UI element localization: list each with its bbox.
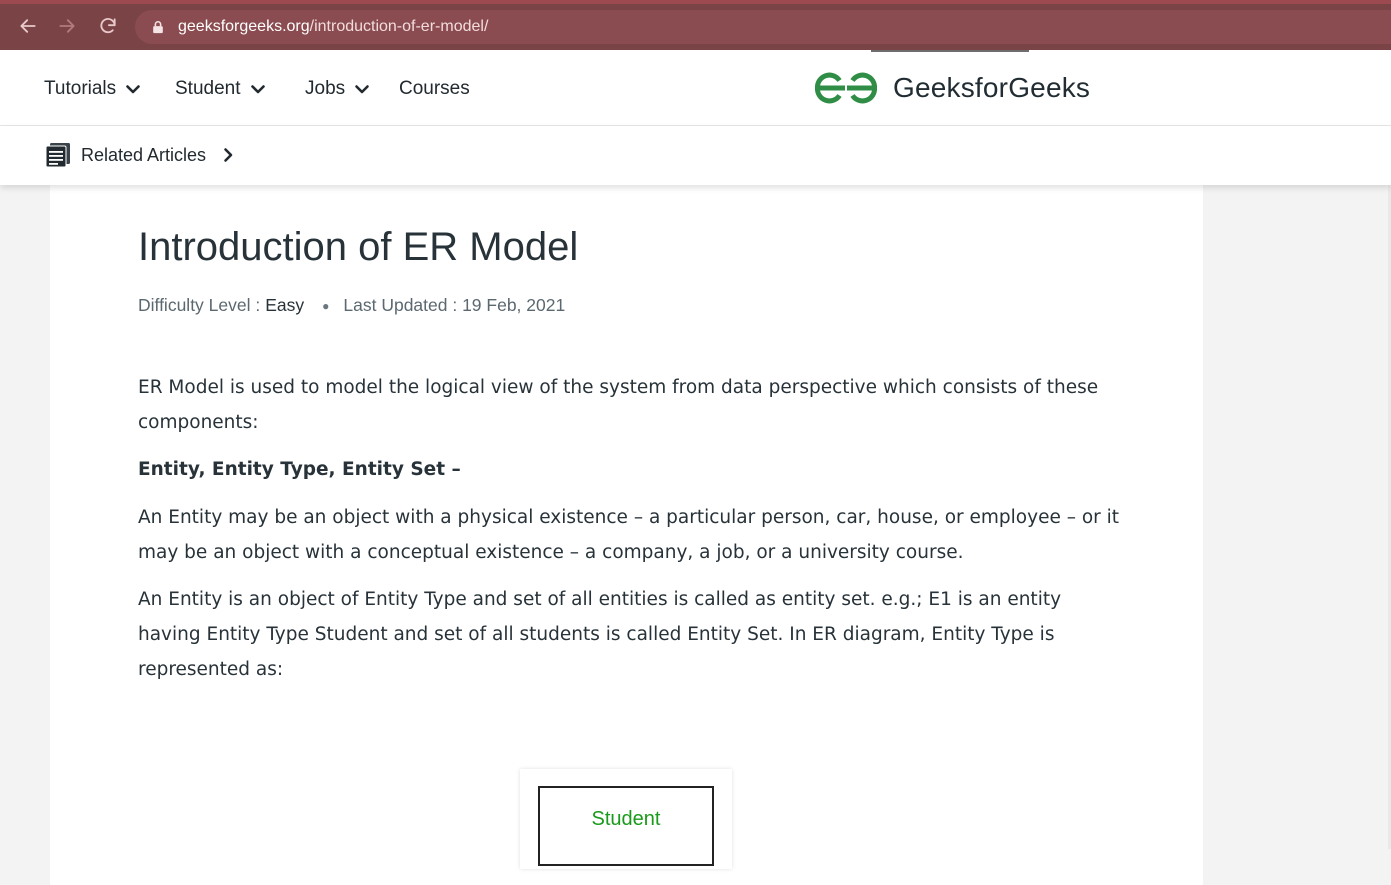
url-host: geeksforgeeks.org — [178, 18, 310, 35]
browser-toolbar: geeksforgeeks.org/introduction-of-er-mod… — [0, 0, 1391, 50]
chevron-down-icon — [355, 85, 369, 94]
chevron-right-icon — [224, 148, 233, 162]
menu-courses-label: Courses — [399, 78, 470, 99]
paragraph-entity: An Entity may be an object with a physic… — [138, 507, 1120, 563]
reload-button[interactable] — [94, 12, 122, 40]
entity-rectangle: Student — [538, 786, 714, 866]
site-header: Tutorials Student Jobs Courses GeeksforG… — [0, 50, 1391, 126]
logo-text: GeeksforGeeks — [893, 72, 1091, 103]
header-accent-line — [871, 50, 1029, 52]
menu-jobs-label: Jobs — [305, 78, 346, 99]
entity-figure: Student — [520, 769, 732, 869]
last-updated: Last Updated : 19 Feb, 2021 — [343, 295, 566, 315]
menu-courses[interactable]: Courses — [399, 76, 470, 102]
article-meta: Difficulty Level : Easy ● Last Updated :… — [138, 295, 565, 316]
menu-student-label: Student — [175, 78, 241, 99]
address-bar[interactable]: geeksforgeeks.org/introduction-of-er-mod… — [135, 10, 1391, 44]
article-title: Introduction of ER Model — [138, 225, 579, 269]
arrow-right-icon — [59, 19, 75, 33]
article-body: ER Model is used to model the logical vi… — [138, 370, 1128, 699]
menu-tutorials[interactable]: Tutorials — [44, 76, 141, 102]
difficulty-prefix: Difficulty Level : — [138, 295, 261, 315]
chevron-down-icon — [126, 85, 140, 94]
reload-icon — [100, 18, 116, 34]
entity-label: Student — [591, 808, 661, 830]
site-logo[interactable]: GeeksforGeeks — [812, 68, 1090, 108]
menu-jobs[interactable]: Jobs — [305, 76, 370, 102]
document-list-icon — [45, 143, 70, 168]
related-articles-label: Related Articles — [81, 144, 207, 165]
chevron-down-icon — [250, 85, 265, 94]
url-path: /introduction-of-er-model/ — [309, 18, 489, 35]
related-articles-button[interactable]: Related Articles — [45, 141, 236, 169]
arrow-left-icon — [20, 19, 36, 33]
gfg-logo-icon — [815, 72, 877, 104]
meta-separator: ● — [322, 298, 330, 313]
article-card: Introduction of ER Model Difficulty Leve… — [50, 185, 1203, 885]
difficulty-level[interactable]: Easy — [265, 295, 304, 316]
section-subheading: Entity, Entity Type, Entity Set – — [138, 459, 461, 480]
menu-tutorials-label: Tutorials — [44, 78, 117, 99]
paragraph-entity-set: An Entity is an object of Entity Type an… — [138, 589, 1062, 680]
url-text: geeksforgeeks.org/introduction-of-er-mod… — [178, 18, 488, 36]
back-button[interactable] — [14, 12, 42, 40]
related-articles-bar: Related Articles — [0, 126, 1391, 185]
lock-icon — [151, 20, 165, 34]
forward-button[interactable] — [53, 12, 81, 40]
paragraph-intro: ER Model is used to model the logical vi… — [138, 377, 1099, 433]
menu-student[interactable]: Student — [175, 76, 266, 102]
